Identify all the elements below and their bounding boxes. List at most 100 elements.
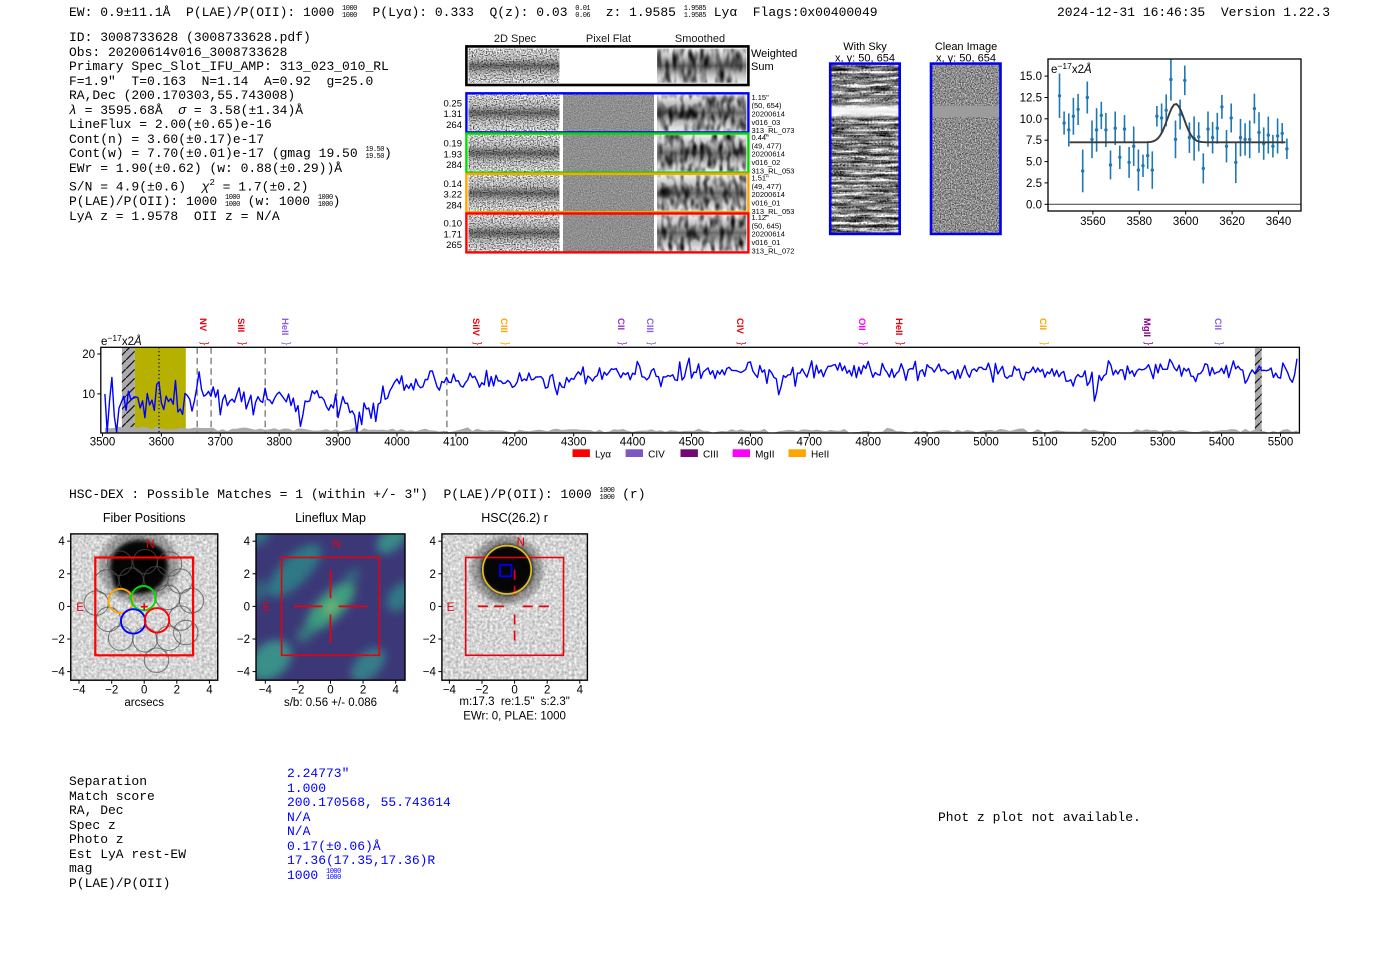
svg-text:5100: 5100 — [1032, 437, 1058, 449]
svg-text:265: 265 — [446, 240, 462, 251]
svg-text:4: 4 — [58, 536, 65, 548]
svg-text:4: 4 — [429, 536, 436, 548]
svg-text:4100: 4100 — [443, 437, 469, 449]
svg-text:Weighted: Weighted — [751, 48, 797, 60]
svg-text:2: 2 — [244, 569, 250, 581]
svg-text:+: + — [140, 599, 148, 615]
svg-text:0: 0 — [327, 685, 333, 697]
svg-text:0.14: 0.14 — [444, 179, 463, 190]
svg-text:4600: 4600 — [738, 437, 764, 449]
svg-text:Sum: Sum — [751, 61, 774, 73]
svg-text:{: { — [500, 341, 511, 345]
svg-text:CIII: CIII — [498, 318, 509, 333]
svg-text:−2: −2 — [105, 685, 118, 697]
svg-text:{: { — [1214, 341, 1225, 345]
svg-text:EWr: 0, PLAE: 1000: EWr: 0, PLAE: 1000 — [463, 711, 566, 723]
svg-text:2.5: 2.5 — [1026, 178, 1042, 190]
svg-text:MgII: MgII — [755, 450, 774, 461]
svg-text:3800: 3800 — [266, 437, 292, 449]
svg-text:3600: 3600 — [1173, 216, 1199, 228]
svg-text:4: 4 — [577, 685, 584, 697]
svg-text:{: { — [736, 341, 747, 345]
svg-text:{: { — [1039, 341, 1050, 345]
svg-text:284: 284 — [446, 201, 462, 212]
svg-text:1.71: 1.71 — [444, 229, 463, 240]
svg-text:3560: 3560 — [1080, 216, 1106, 228]
svg-text:0: 0 — [511, 685, 517, 697]
svg-text:2: 2 — [429, 569, 435, 581]
svg-text:3900: 3900 — [325, 437, 351, 449]
svg-text:HeII: HeII — [279, 318, 290, 335]
svg-text:{: { — [281, 341, 292, 345]
svg-text:Pixel Flat: Pixel Flat — [586, 33, 631, 45]
svg-text:5300: 5300 — [1150, 437, 1176, 449]
svg-text:4000: 4000 — [384, 437, 410, 449]
svg-text:3500: 3500 — [90, 437, 116, 449]
svg-text:0.25: 0.25 — [444, 98, 463, 109]
svg-text:SiII: SiII — [235, 318, 246, 332]
svg-text:{: { — [895, 341, 906, 345]
svg-text:CIII: CIII — [644, 318, 655, 333]
svg-text:5200: 5200 — [1091, 437, 1117, 449]
svg-text:−2: −2 — [475, 685, 488, 697]
svg-text:Lyα: Lyα — [595, 450, 611, 461]
svg-text:−4: −4 — [443, 685, 457, 697]
svg-text:Smoothed: Smoothed — [675, 33, 725, 45]
svg-text:0.10: 0.10 — [444, 219, 463, 230]
svg-text:−2: −2 — [423, 634, 436, 646]
svg-text:{: { — [617, 341, 628, 345]
svg-text:{: { — [237, 341, 248, 345]
svg-text:Fiber Positions: Fiber Positions — [103, 511, 186, 525]
svg-text:2: 2 — [544, 685, 550, 697]
svg-text:15.0: 15.0 — [1020, 71, 1042, 83]
svg-text:4800: 4800 — [855, 437, 881, 449]
svg-text:e−17x2Å: e−17x2Å — [101, 333, 142, 348]
svg-text:0: 0 — [244, 601, 250, 613]
svg-text:4: 4 — [206, 685, 213, 697]
svg-text:4900: 4900 — [914, 437, 940, 449]
svg-text:4: 4 — [392, 685, 399, 697]
svg-text:4300: 4300 — [561, 437, 587, 449]
svg-text:MgII: MgII — [1141, 318, 1152, 337]
svg-text:3.22: 3.22 — [444, 190, 463, 201]
svg-text:CIV: CIV — [734, 318, 745, 335]
svg-text:−4: −4 — [423, 667, 437, 679]
svg-text:5500: 5500 — [1268, 437, 1294, 449]
svg-text:{: { — [472, 341, 483, 345]
svg-text:−4: −4 — [259, 685, 273, 697]
svg-text:10.0: 10.0 — [1020, 114, 1042, 126]
svg-text:1.31: 1.31 — [444, 109, 463, 120]
svg-text:E: E — [263, 602, 271, 614]
svg-text:4400: 4400 — [620, 437, 646, 449]
svg-text:Lineflux Map: Lineflux Map — [295, 511, 366, 525]
svg-text:2: 2 — [360, 685, 366, 697]
svg-text:E: E — [76, 602, 84, 614]
svg-text:OII: OII — [856, 318, 867, 331]
svg-text:CII: CII — [1212, 318, 1223, 330]
svg-text:264: 264 — [446, 120, 462, 131]
svg-text:20: 20 — [82, 349, 95, 361]
svg-text:m:17.3 re:1.5" s:2.3": m:17.3 re:1.5" s:2.3" — [459, 696, 569, 708]
svg-text:{: { — [1143, 341, 1154, 345]
svg-text:−4: −4 — [52, 667, 66, 679]
svg-text:4: 4 — [244, 536, 251, 548]
svg-text:2: 2 — [174, 685, 180, 697]
svg-text:10: 10 — [82, 389, 95, 401]
svg-text:7.5: 7.5 — [1026, 135, 1042, 147]
svg-text:284: 284 — [446, 160, 462, 171]
svg-text:s/b: 0.56 +/- 0.086: s/b: 0.56 +/- 0.086 — [284, 697, 377, 709]
svg-text:E: E — [447, 602, 455, 614]
svg-text:3700: 3700 — [208, 437, 234, 449]
svg-text:3640: 3640 — [1266, 216, 1292, 228]
svg-text:3600: 3600 — [149, 437, 175, 449]
svg-text:HSC(26.2) r: HSC(26.2) r — [481, 511, 548, 525]
svg-text:N: N — [333, 539, 341, 551]
svg-text:e−17x2Å: e−17x2Å — [1051, 61, 1092, 76]
svg-text:N: N — [517, 537, 525, 549]
svg-text:{: { — [858, 341, 869, 345]
svg-text:{: { — [199, 341, 210, 345]
svg-text:CIII: CIII — [703, 450, 719, 461]
svg-text:3580: 3580 — [1127, 216, 1153, 228]
svg-text:4700: 4700 — [797, 437, 823, 449]
svg-text:arcsecs: arcsecs — [124, 697, 164, 709]
